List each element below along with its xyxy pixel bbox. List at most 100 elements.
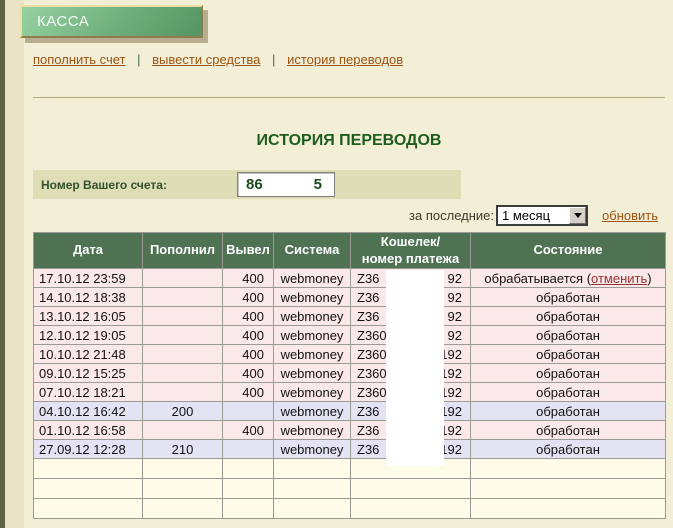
account-number-input[interactable]: 86 5 xyxy=(237,172,335,197)
table-row: 14.10.12 18:38 400 webmoney Z3692 обрабо… xyxy=(34,288,666,307)
cell-deposited xyxy=(143,307,223,326)
cell-withdrew: 400 xyxy=(223,307,274,326)
cell-status: обработан xyxy=(471,402,666,421)
cell-system: webmoney xyxy=(274,383,351,402)
kassa-title: КАССА xyxy=(37,13,89,30)
left-margin-band xyxy=(5,0,24,528)
table-row: 10.10.12 21:48 400 webmoney Z360192 обра… xyxy=(34,345,666,364)
cell-date: 09.10.12 15:25 xyxy=(34,364,143,383)
wallet-suffix: 92 xyxy=(448,290,462,305)
nav-link-withdraw[interactable]: вывести средства xyxy=(152,52,260,67)
table-header-row: Дата Пополнил Вывел Система Кошелек/ ном… xyxy=(34,233,666,269)
period-select-value: 1 месяц xyxy=(498,208,569,223)
cell-system: webmoney xyxy=(274,326,351,345)
cell-status: обработан xyxy=(471,307,666,326)
status-paren-close: ) xyxy=(647,271,651,286)
cell-status: обработан xyxy=(471,421,666,440)
cell-status: обработан xyxy=(471,383,666,402)
nav-separator: | xyxy=(137,52,140,67)
chevron-down-icon[interactable] xyxy=(569,207,586,224)
table-row-empty xyxy=(34,459,666,479)
cell-system: webmoney xyxy=(274,307,351,326)
kassa-header-banner: КАССА xyxy=(20,5,203,38)
cell-status: обработан xyxy=(471,364,666,383)
col-header-deposited: Пополнил xyxy=(143,233,223,269)
col-header-system: Система xyxy=(274,233,351,269)
divider-line xyxy=(33,97,665,98)
table-row: 09.10.12 15:25 400 webmoney Z3605192 обр… xyxy=(34,364,666,383)
cell-date: 04.10.12 16:42 xyxy=(34,402,143,421)
status-text: обрабатывается xyxy=(484,271,583,286)
wallet-suffix: 92 xyxy=(448,271,462,286)
col-header-date: Дата xyxy=(34,233,143,269)
cell-status: обработан xyxy=(471,345,666,364)
period-select[interactable]: 1 месяц xyxy=(496,205,588,226)
wallet-prefix: Z360 xyxy=(357,328,387,343)
wallet-prefix: Z36 xyxy=(357,442,379,457)
wallet-prefix: Z360 xyxy=(357,385,387,400)
table-row: 17.10.12 23:59 400 webmoney Z36 92 обраба… xyxy=(34,269,666,288)
redaction-overlay xyxy=(386,270,444,466)
section-nav: пополнить счет | вывести средства | исто… xyxy=(33,52,403,67)
account-number-label: Номер Вашего счета: xyxy=(33,178,167,192)
cell-withdrew: 400 xyxy=(223,364,274,383)
cell-date: 13.10.12 16:05 xyxy=(34,307,143,326)
cell-deposited xyxy=(143,383,223,402)
cell-date: 17.10.12 23:59 xyxy=(34,269,143,288)
cell-system: webmoney xyxy=(274,364,351,383)
nav-link-history[interactable]: история переводов xyxy=(287,52,403,67)
account-number-band: Номер Вашего счета: 86 5 xyxy=(33,170,461,199)
cell-withdrew: 400 xyxy=(223,421,274,440)
cell-withdrew: 400 xyxy=(223,326,274,345)
table-row: 12.10.12 19:05 400 webmoney Z36092 обраб… xyxy=(34,326,666,345)
cell-status: обработан xyxy=(471,440,666,459)
cell-system: webmoney xyxy=(274,421,351,440)
wallet-suffix: 92 xyxy=(448,328,462,343)
wallet-prefix: Z36 xyxy=(357,309,379,324)
cell-system: webmoney xyxy=(274,269,351,288)
cell-date: 27.09.12 12:28 xyxy=(34,440,143,459)
cell-withdrew: 400 xyxy=(223,345,274,364)
cell-status: обработан xyxy=(471,288,666,307)
table-row-empty xyxy=(34,499,666,519)
page-title: ИСТОРИЯ ПЕРЕВОДОВ xyxy=(33,132,665,150)
nav-link-topup[interactable]: пополнить счет xyxy=(33,52,126,67)
nav-separator: | xyxy=(272,52,275,67)
cell-deposited: 210 xyxy=(143,440,223,459)
refresh-link[interactable]: обновить xyxy=(602,208,658,223)
table-row: 13.10.12 16:05 400 webmoney Z3692 обрабо… xyxy=(34,307,666,326)
cell-system: webmoney xyxy=(274,345,351,364)
period-filter-row: за последние: 1 месяц обновить xyxy=(33,204,658,226)
table-row: 27.09.12 12:28 210 webmoney Z36192 обраб… xyxy=(34,440,666,459)
table-row-empty xyxy=(34,479,666,499)
cell-status: обработан xyxy=(471,326,666,345)
wallet-prefix: Z360 xyxy=(357,347,387,362)
cell-deposited xyxy=(143,345,223,364)
cell-withdrew: 400 xyxy=(223,269,274,288)
table-row: 01.10.12 16:58 400 webmoney Z36192 обраб… xyxy=(34,421,666,440)
wallet-prefix: Z360 xyxy=(357,366,387,381)
wallet-prefix: Z36 xyxy=(357,271,379,286)
cell-deposited xyxy=(143,288,223,307)
cell-withdrew: 400 xyxy=(223,288,274,307)
col-header-withdrew: Вывел xyxy=(223,233,274,269)
table-row: 04.10.12 16:42 200 webmoney Z365192 обра… xyxy=(34,402,666,421)
cell-date: 10.10.12 21:48 xyxy=(34,345,143,364)
table-row: 07.10.12 18:21 400 webmoney Z3605192 обр… xyxy=(34,383,666,402)
cell-deposited xyxy=(143,269,223,288)
cell-deposited xyxy=(143,326,223,345)
wallet-prefix: Z36 xyxy=(357,290,379,305)
col-header-wallet: Кошелек/ номер платежа xyxy=(351,233,471,269)
period-filter-label: за последние: xyxy=(409,208,494,223)
cell-withdrew xyxy=(223,440,274,459)
cancel-link[interactable]: отменить xyxy=(591,271,647,286)
cell-withdrew: 400 xyxy=(223,383,274,402)
cell-deposited: 200 xyxy=(143,402,223,421)
cell-system: webmoney xyxy=(274,402,351,421)
cell-date: 01.10.12 16:58 xyxy=(34,421,143,440)
cell-system: webmoney xyxy=(274,440,351,459)
cell-date: 07.10.12 18:21 xyxy=(34,383,143,402)
cell-deposited xyxy=(143,364,223,383)
cell-deposited xyxy=(143,421,223,440)
cell-system: webmoney xyxy=(274,288,351,307)
